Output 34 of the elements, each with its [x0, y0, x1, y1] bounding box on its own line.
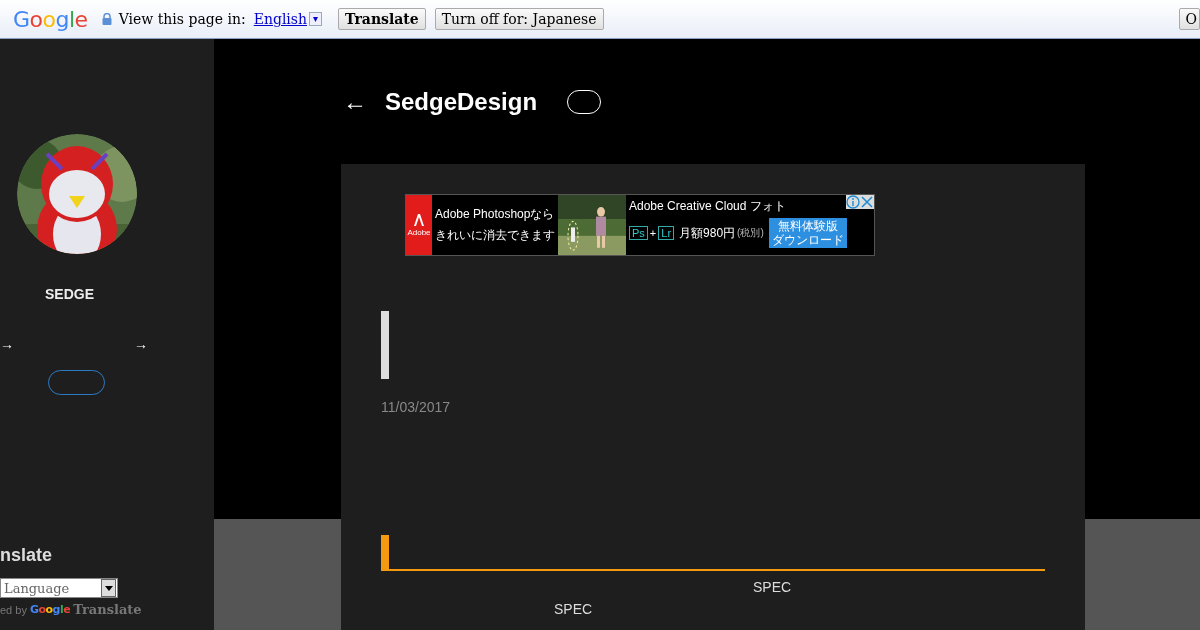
ad-headline: Adobe Photoshopなら — [435, 206, 555, 223]
prompt-text: View this page in: — [118, 11, 246, 27]
post-date: 11/03/2017 — [381, 399, 451, 415]
arrow-link[interactable]: → — [0, 336, 14, 352]
app-badge: Lr — [658, 226, 675, 240]
ad-price: 月額980円 — [679, 224, 736, 242]
ad-headline: きれいに消去できます — [435, 227, 555, 244]
spec-label: SPEC — [554, 601, 593, 617]
blog-title: SedgeDesign — [385, 87, 538, 116]
arrow-link[interactable]: → — [134, 336, 148, 352]
caret-icon — [104, 585, 113, 591]
google-logo: Google — [13, 6, 88, 32]
title-marker — [381, 311, 389, 379]
spec-label: SPEC — [753, 579, 792, 595]
app-badge: Ps — [629, 226, 648, 240]
dropdown-toggle[interactable]: ▾ — [309, 12, 323, 26]
lock-icon — [101, 13, 112, 25]
language-link[interactable]: English — [253, 11, 308, 27]
translate-bar-button[interactable]: O — [1178, 8, 1200, 30]
widget-heading: nslate — [0, 545, 53, 566]
price-note: (税別) — [737, 226, 764, 240]
google-logo: Google — [29, 603, 71, 616]
close-icon[interactable] — [860, 195, 874, 209]
plus-sign: + — [649, 227, 657, 239]
translate-bar-button[interactable]: Translate — [338, 8, 426, 30]
language-select[interactable]: Language — [0, 578, 118, 598]
translate-link[interactable]: Translate — [73, 602, 142, 617]
powered-by-text: ed by — [0, 603, 27, 616]
info-icon[interactable] — [846, 195, 860, 209]
back-arrow[interactable]: ← — [343, 87, 367, 116]
profile-name: SEDGE — [45, 286, 94, 302]
translate-bar-button[interactable]: Turn off for: Japanese — [434, 8, 604, 30]
adobe-logo: Adobe — [406, 195, 432, 255]
ad-title: Adobe Creative Cloud フォト — [629, 198, 787, 215]
